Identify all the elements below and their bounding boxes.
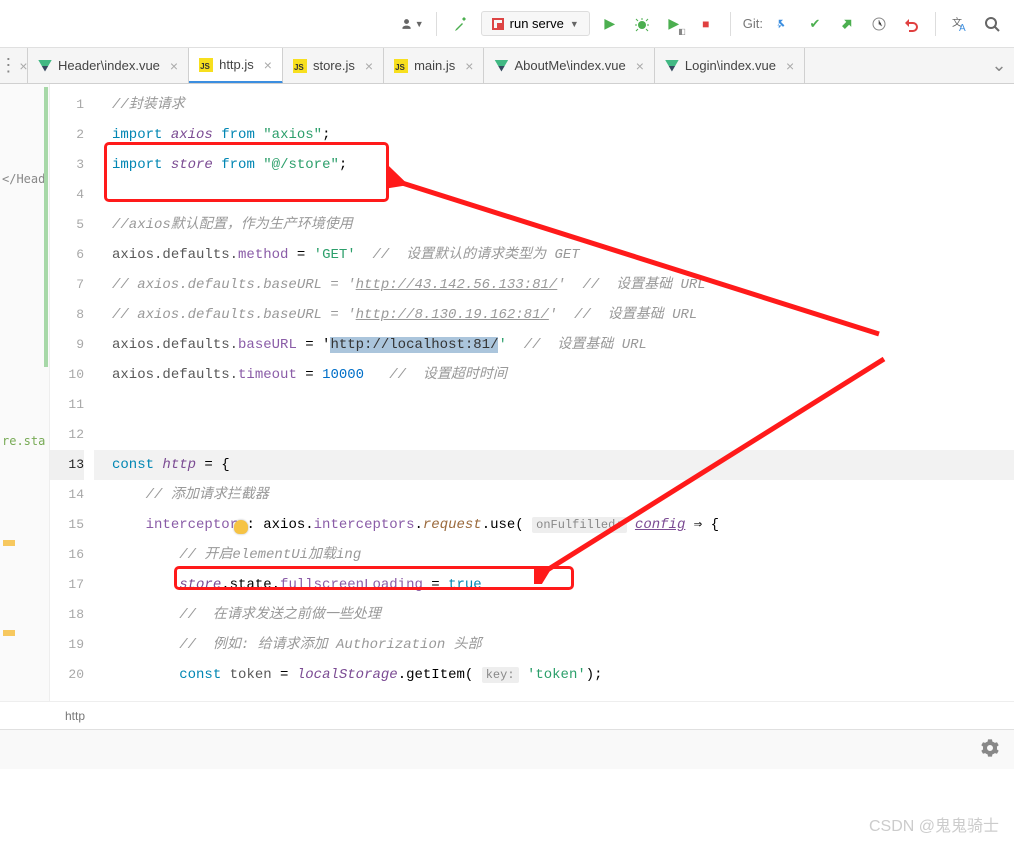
toolbar: ▼ run serve ▼ ▶ ▶◧ ■ Git: ✔ 文A (0, 0, 1014, 48)
vue-icon (665, 60, 679, 72)
tab-main-js[interactable]: JS main.js × (384, 48, 484, 84)
git-label: Git: (743, 16, 763, 31)
status-bar (0, 729, 1014, 769)
js-icon: JS (199, 58, 213, 72)
tab-label: main.js (414, 58, 455, 73)
tab-label: AboutMe\index.vue (514, 58, 625, 73)
close-icon[interactable]: × (465, 58, 473, 74)
tab-aboutme-vue[interactable]: AboutMe\index.vue × (484, 48, 654, 84)
coverage-icon[interactable]: ▶◧ (662, 12, 686, 36)
editor[interactable]: </Head re.sta 1 2 3 4 5 6 7 8 9 10 11 12… (0, 84, 1014, 701)
inlay-gutter: </Head re.sta (0, 84, 50, 701)
git-history-icon[interactable] (867, 12, 891, 36)
search-icon[interactable] (980, 12, 1004, 36)
tab-store-js[interactable]: JS store.js × (283, 48, 384, 84)
intention-bulb-icon[interactable] (234, 520, 248, 534)
tab-label: http.js (219, 57, 254, 72)
tab-http-js[interactable]: JS http.js × (189, 48, 283, 84)
build-icon[interactable] (449, 12, 473, 36)
editor-tabs: ⋮× Header\index.vue × JS http.js × JS st… (0, 48, 1014, 84)
breadcrumb-item[interactable]: http (65, 709, 85, 723)
tab-overflow-left[interactable]: ⋮× (0, 48, 28, 84)
js-icon: JS (394, 59, 408, 73)
git-update-icon[interactable] (771, 12, 795, 36)
git-commit-icon[interactable]: ✔ (803, 12, 827, 36)
close-icon[interactable]: × (365, 58, 373, 74)
tab-login-vue[interactable]: Login\index.vue × (655, 48, 805, 84)
watermark: CSDN @鬼鬼骑士 (869, 812, 999, 836)
tab-overflow-dropdown[interactable]: ⌄ (984, 55, 1014, 76)
vue-icon (494, 60, 508, 72)
tab-label: Header\index.vue (58, 58, 160, 73)
tab-header-vue[interactable]: Header\index.vue × (28, 48, 189, 84)
translate-icon[interactable]: 文A (948, 12, 972, 36)
breadcrumb[interactable]: http (0, 701, 1014, 729)
close-icon[interactable]: × (636, 58, 644, 74)
run-icon[interactable]: ▶ (598, 12, 622, 36)
git-rollback-icon[interactable] (899, 12, 923, 36)
close-icon[interactable]: × (170, 58, 178, 74)
user-icon[interactable]: ▼ (400, 12, 424, 36)
stop-icon[interactable]: ■ (694, 12, 718, 36)
js-icon: JS (293, 59, 307, 73)
run-config-label: run serve (510, 16, 564, 31)
vue-icon (38, 60, 52, 72)
tab-label: Login\index.vue (685, 58, 776, 73)
close-icon[interactable]: × (786, 58, 794, 74)
run-target-icon (492, 18, 504, 30)
code-content[interactable]: //封装请求 import axios from "axios"; import… (94, 84, 1014, 701)
tab-label: store.js (313, 58, 355, 73)
run-config-selector[interactable]: run serve ▼ (481, 11, 590, 36)
git-push-icon[interactable] (835, 12, 859, 36)
svg-text:A: A (959, 23, 966, 33)
debug-icon[interactable] (630, 12, 654, 36)
close-icon[interactable]: × (264, 57, 272, 73)
gear-icon[interactable] (981, 739, 999, 760)
line-number-gutter: 1 2 3 4 5 6 7 8 9 10 11 12 13 14 15 16 1… (50, 84, 94, 701)
